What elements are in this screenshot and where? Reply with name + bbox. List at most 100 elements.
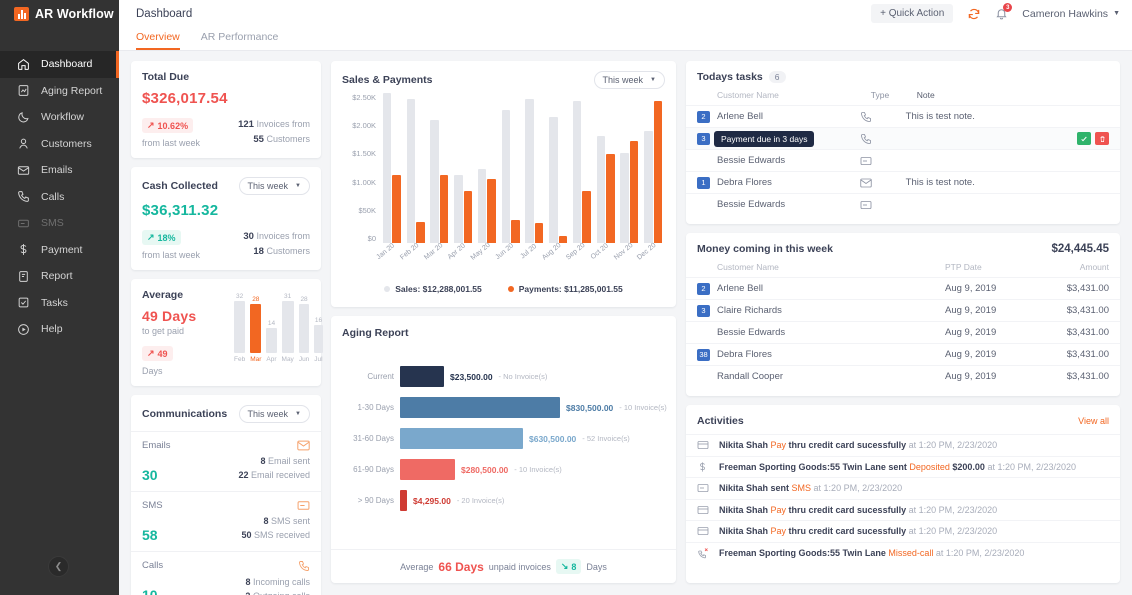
sidebar-item-report[interactable]: Report: [0, 263, 119, 290]
mini-bar-column: 14 Apr: [266, 320, 277, 363]
bar-group: [570, 93, 594, 243]
arrow-up-icon: ↗: [147, 348, 155, 358]
table-row[interactable]: Bessie Edwards: [686, 193, 1120, 215]
cash-collected-change-caption: from last week: [142, 250, 201, 260]
table-row[interactable]: 38 Debra Flores Aug 9, 2019 $3,431.00: [686, 343, 1120, 365]
customer-name: Debra Flores: [717, 349, 772, 360]
row-badge: 3: [697, 132, 710, 145]
row-badge: 2: [697, 282, 710, 295]
money-coming-title: Money coming in this week: [697, 243, 833, 255]
legend-item-sales: Sales: $12,288,001.55: [384, 284, 482, 294]
ptp-date: Aug 9, 2019: [945, 305, 997, 316]
topbar-actions: + Quick Action 3 Cameron Hawkins ▼: [871, 3, 1120, 23]
bar-group: [523, 93, 547, 243]
table-row[interactable]: 3 Payment due in 3 days: [686, 127, 1120, 149]
sidebar-item-dashboard[interactable]: Dashboard: [0, 51, 119, 78]
phone-icon: [17, 190, 30, 203]
todays-tasks-card: Todays tasks 6 Customer Name Type Note 2…: [686, 61, 1120, 224]
activities-card: Activities View all Nikita Shah Pay thru…: [686, 405, 1120, 583]
money-coming-total: $24,445.45: [1051, 243, 1109, 255]
list-item[interactable]: Freeman Sporting Goods:55 Twin Lane Miss…: [686, 541, 1120, 564]
task-tooltip: Payment due in 3 days: [714, 130, 815, 147]
table-row[interactable]: Randall Cooper Aug 9, 2019 $3,431.00: [686, 365, 1120, 387]
table-row[interactable]: Bessie Edwards: [686, 149, 1120, 171]
tab-overview[interactable]: Overview: [136, 31, 180, 50]
table-row[interactable]: 1 Debra Flores This is test note.: [686, 171, 1120, 193]
cash-collected-invoices: 30: [243, 231, 254, 242]
phone-icon: [860, 111, 906, 123]
user-name: Cameron Hawkins: [1022, 7, 1109, 20]
list-item[interactable]: Nikita Shah Pay thru credit card sucessf…: [686, 498, 1120, 521]
sidebar-item-label: Calls: [41, 190, 65, 203]
sidebar-item-emails[interactable]: Emails: [0, 157, 119, 184]
sidebar-item-label: Dashboard: [41, 58, 93, 71]
amount: $3,431.00: [1066, 283, 1109, 294]
mini-bar-column: 31 May: [281, 293, 294, 363]
aging-report-chart: Current $23,500.00 - No Invoice(s) 1-30 …: [331, 339, 676, 549]
notifications-bell-icon[interactable]: 3: [994, 3, 1013, 21]
dollar-icon: [697, 461, 710, 473]
user-menu[interactable]: Cameron Hawkins ▼: [1022, 8, 1120, 20]
y-axis: $2.50K $2.00K $1.50K $1.00K $50K $0: [352, 93, 376, 243]
phone-icon: [860, 133, 906, 145]
sidebar-item-customers[interactable]: Customers: [0, 131, 119, 158]
list-item[interactable]: Nikita Shah Pay thru credit card sucessf…: [686, 434, 1120, 456]
cash-collected-change-badge: ↗ 18%: [142, 230, 181, 245]
average-value: 49 Days: [142, 308, 197, 324]
list-item[interactable]: Nikita Shah Pay thru credit card sucessf…: [686, 520, 1120, 542]
amount: $3,431.00: [1066, 371, 1109, 382]
cash-collected-range-dropdown[interactable]: This week ▼: [238, 177, 310, 195]
delete-task-button[interactable]: [1095, 132, 1109, 145]
customer-name: Bessie Edwards: [717, 199, 786, 210]
task-note: This is test note.: [905, 177, 975, 188]
total-due-card: Total Due $326,017.54 ↗ 10.62% from last…: [131, 61, 321, 158]
tabs-bar: Overview AR Performance: [119, 27, 1132, 51]
todays-tasks-title: Todays tasks: [697, 71, 763, 83]
table-row[interactable]: 2 Arlene Bell This is test note.: [686, 105, 1120, 127]
mini-bar: [266, 328, 277, 353]
view-all-link[interactable]: View all: [1078, 416, 1109, 426]
x-axis: Jan 20 Feb 20 Mar 20 Apr 20 May 20 Jun 2…: [375, 241, 658, 262]
communications-row-calls: Calls 10 8 Incoming calls 2 Outgoing cal…: [131, 550, 321, 595]
sidebar-item-calls[interactable]: Calls: [0, 184, 119, 211]
logo-icon: [14, 6, 29, 21]
chevron-down-icon: ▼: [650, 77, 656, 83]
arrow-down-icon: ↘: [560, 561, 569, 571]
sidebar-item-tasks[interactable]: Tasks: [0, 290, 119, 317]
average-days-card: Average 49 Days to get paid ↗ 49 Days 32…: [131, 279, 323, 386]
sidebar-item-help[interactable]: Help: [0, 316, 119, 343]
refresh-icon[interactable]: [966, 6, 981, 21]
sidebar-item-label: Emails: [41, 164, 73, 177]
list-item[interactable]: Nikita Shah sent SMS at 1:20 PM, 2/23/20…: [686, 477, 1120, 499]
average-title: Average: [142, 289, 184, 301]
list-item[interactable]: Freeman Sporting Goods:55 Twin Lane sent…: [686, 455, 1120, 478]
sidebar-item-sms[interactable]: SMS: [0, 210, 119, 237]
tab-ar-performance[interactable]: AR Performance: [201, 31, 279, 50]
sidebar-item-aging-report[interactable]: Aging Report: [0, 78, 119, 105]
table-row[interactable]: Bessie Edwards Aug 9, 2019 $3,431.00: [686, 321, 1120, 343]
sidebar-collapse-button[interactable]: ❮: [48, 556, 69, 577]
sidebar-item-workflow[interactable]: Workflow: [0, 104, 119, 131]
cash-collected-amount: $36,311.32: [142, 202, 219, 219]
chevron-down-icon: ▼: [1113, 10, 1120, 17]
quick-action-button[interactable]: + Quick Action: [871, 4, 954, 23]
aging-bar-row: Current $23,500.00 - No Invoice(s): [342, 361, 665, 392]
aging-bar: [400, 397, 560, 418]
play-circle-icon: [17, 323, 30, 336]
table-row[interactable]: 3 Claire Richards Aug 9, 2019 $3,431.00: [686, 299, 1120, 321]
communications-row-emails: Emails 30 8 Email sent 22 Email received: [131, 431, 321, 491]
approve-task-button[interactable]: [1077, 132, 1091, 145]
sidebar-item-payment[interactable]: Payment: [0, 237, 119, 264]
mini-bar: [234, 301, 246, 353]
total-due-amount: $326,017.54: [142, 90, 228, 107]
amount: $3,431.00: [1066, 305, 1109, 316]
dashboard-content: Total Due $326,017.54 ↗ 10.62% from last…: [119, 51, 1132, 595]
communications-range-dropdown[interactable]: This week ▼: [238, 405, 310, 423]
aging-report-title: Aging Report: [342, 327, 409, 339]
total-due-customers-label: Customers: [266, 133, 310, 144]
brand-logo: AR Workflow: [0, 0, 119, 27]
table-row[interactable]: 2 Arlene Bell Aug 9, 2019 $3,431.00: [686, 277, 1120, 299]
bar-group: [428, 93, 452, 243]
sales-payments-range-dropdown[interactable]: This week ▼: [593, 71, 665, 89]
ptp-date: Aug 9, 2019: [945, 327, 997, 338]
